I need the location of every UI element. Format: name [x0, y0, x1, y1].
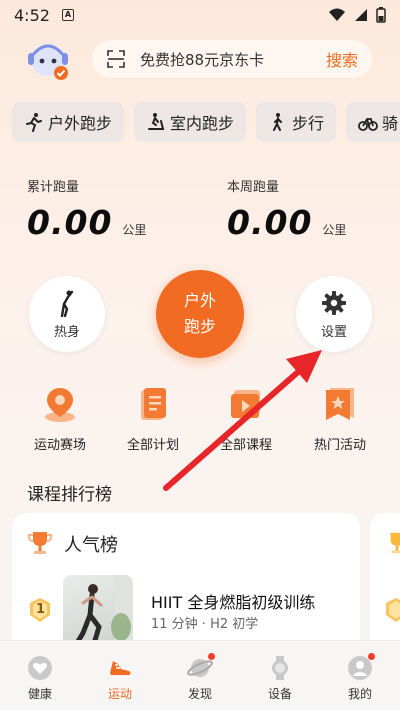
stretch-icon — [60, 290, 74, 317]
warmup-button[interactable]: 热身 — [29, 276, 105, 352]
bottom-tab-bar: 健康 运动 发现 设备 我的 — [0, 640, 400, 710]
start-outdoor-run-button[interactable]: 户外 跑步 — [156, 270, 244, 358]
feature-all-plans[interactable]: 全部计划 — [103, 384, 203, 453]
walk-icon — [273, 113, 283, 131]
feature-all-courses[interactable]: 全部课程 — [196, 384, 296, 453]
clipboard-icon — [141, 388, 166, 420]
chip-label: 骑 — [382, 114, 399, 133]
rank-medal-icon — [386, 598, 400, 622]
week-distance-unit: 公里 — [322, 223, 347, 237]
feature-label: 热门活动 — [313, 438, 366, 453]
feature-sports-field[interactable]: 运动赛场 — [10, 384, 110, 453]
trophy-icon — [28, 532, 52, 554]
chip-label: 步行 — [292, 114, 325, 133]
tab-me[interactable]: 我的 — [320, 641, 400, 710]
chip-indoor-run[interactable]: 室内跑步 — [134, 102, 247, 142]
settings-button[interactable]: 设置 — [296, 276, 372, 352]
week-distance-value: 0.00 — [227, 203, 313, 242]
chip-label: 户外跑步 — [48, 114, 113, 133]
mascot-avatar-icon[interactable] — [26, 40, 72, 82]
notification-a-icon: A — [61, 9, 74, 21]
tab-label: 运动 — [107, 687, 132, 701]
status-indicators — [328, 7, 386, 23]
tab-label: 健康 — [27, 687, 52, 701]
chip-bike[interactable]: 骑 — [346, 102, 400, 142]
tab-label: 设备 — [267, 687, 292, 701]
tab-label: 我的 — [347, 687, 372, 701]
total-distance-value: 0.00 — [27, 203, 113, 242]
gear-icon — [322, 290, 346, 315]
total-distance-label: 累计跑量 — [27, 180, 80, 195]
chip-walk[interactable]: 步行 — [256, 102, 337, 142]
warmup-label: 热身 — [53, 324, 80, 340]
discover-notification-dot — [208, 653, 215, 660]
feature-label: 全部计划 — [126, 438, 179, 453]
search-input[interactable]: 免费抢88元京东卡 — [140, 49, 326, 70]
trophy-icon — [390, 532, 400, 554]
tab-health[interactable]: 健康 — [0, 641, 80, 710]
status-time: 4:52 — [14, 5, 50, 25]
shoe-icon — [110, 661, 131, 675]
tab-exercise[interactable]: 运动 — [80, 641, 160, 710]
battery-icon — [376, 7, 386, 23]
star-flag-icon — [326, 388, 354, 420]
bike-icon — [358, 118, 378, 131]
start-label-line2: 跑步 — [183, 317, 216, 336]
chip-label: 室内跑步 — [170, 114, 235, 133]
chip-outdoor-run[interactable]: 户外跑步 — [12, 102, 125, 142]
location-pin-icon — [45, 388, 75, 422]
total-distance: 累计跑量 0.00 公里 — [27, 176, 146, 242]
section-title-course-ranking: 课程排行榜 — [27, 485, 112, 505]
start-label-line1: 户外 — [183, 291, 216, 310]
tab-devices[interactable]: 设备 — [240, 641, 320, 710]
tab-label: 发现 — [187, 687, 212, 701]
me-notification-dot — [368, 653, 375, 660]
course-meta: 11 分钟 · H2 初学 — [151, 617, 259, 632]
watch-icon — [272, 656, 288, 680]
status-bar: 4:52 A — [0, 0, 400, 30]
heart-icon — [28, 656, 52, 680]
total-distance-unit: 公里 — [122, 223, 147, 237]
wifi-icon — [329, 8, 345, 21]
search-bar[interactable]: 免费抢88元京东卡 搜索 — [92, 40, 372, 78]
feature-hot-events[interactable]: 热门活动 — [290, 384, 390, 453]
run-icon — [26, 113, 42, 132]
search-button[interactable]: 搜索 — [326, 47, 358, 71]
signal-icon — [355, 9, 367, 21]
feature-label: 运动赛场 — [33, 438, 86, 453]
week-distance: 本周跑量 0.00 公里 — [227, 176, 346, 242]
treadmill-icon — [148, 113, 165, 130]
tab-discover[interactable]: 发现 — [160, 641, 240, 710]
feature-grid: 运动赛场 全部计划 全部课程 热门活动 — [0, 384, 400, 454]
settings-label: 设置 — [320, 324, 347, 340]
video-icon — [231, 390, 260, 418]
scan-icon[interactable] — [106, 49, 126, 69]
rank-number: 1 — [36, 602, 46, 617]
next-ranking-card[interactable] — [370, 513, 400, 653]
feature-label: 全部课程 — [219, 438, 272, 453]
sport-type-chips: 户外跑步 室内跑步 步行 骑 — [12, 102, 400, 142]
course-name[interactable]: HIIT 全身燃脂初级训练 — [151, 589, 315, 613]
week-distance-label: 本周跑量 — [227, 180, 280, 195]
ranking-card-title: 人气榜 — [64, 535, 118, 556]
top-row: 免费抢88元京东卡 搜索 — [0, 36, 400, 86]
popularity-ranking-card[interactable]: 人气榜 1 HIIT 全身燃脂初级训练 11 分钟 · H2 初学 — [12, 513, 360, 653]
